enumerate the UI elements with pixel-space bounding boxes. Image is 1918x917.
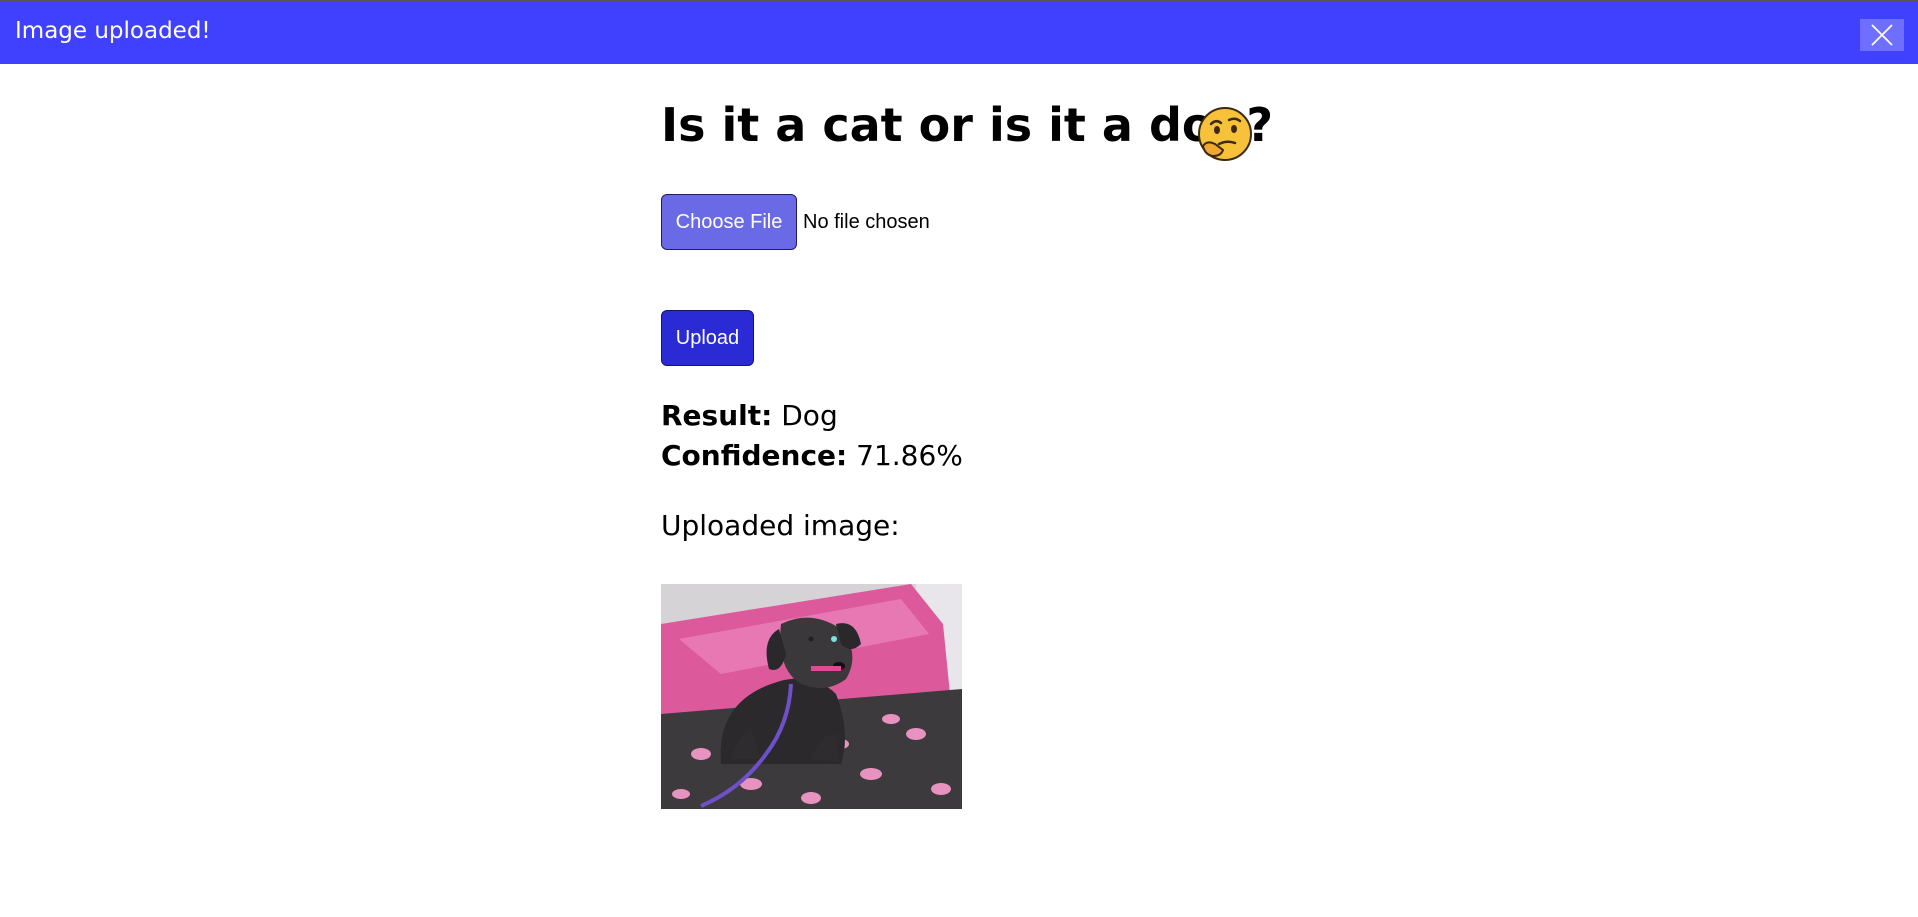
close-notification-button[interactable] xyxy=(1860,19,1904,51)
notification-message: Image uploaded! xyxy=(15,18,211,44)
upload-button[interactable]: Upload xyxy=(661,310,754,366)
notification-bar: Image uploaded! xyxy=(0,0,1918,64)
result-value: Dog xyxy=(781,399,838,432)
confidence-line: Confidence: 71.86% xyxy=(661,442,963,470)
choose-file-button[interactable]: Choose File xyxy=(661,194,797,250)
result-label: Result: xyxy=(661,399,773,432)
file-status-text: No file chosen xyxy=(803,210,930,233)
confidence-value: 71.86% xyxy=(856,439,963,472)
thinking-face-icon xyxy=(1198,107,1252,161)
result-line: Result: Dog xyxy=(661,402,838,430)
dog-photo xyxy=(661,584,962,809)
uploaded-image xyxy=(661,584,962,809)
page-title: Is it a cat or is it a dog? xyxy=(661,98,1274,152)
file-input: Choose File No file chosen xyxy=(661,194,930,250)
close-icon xyxy=(1871,24,1893,46)
uploaded-image-label: Uploaded image: xyxy=(661,509,900,542)
confidence-label: Confidence: xyxy=(661,439,848,472)
